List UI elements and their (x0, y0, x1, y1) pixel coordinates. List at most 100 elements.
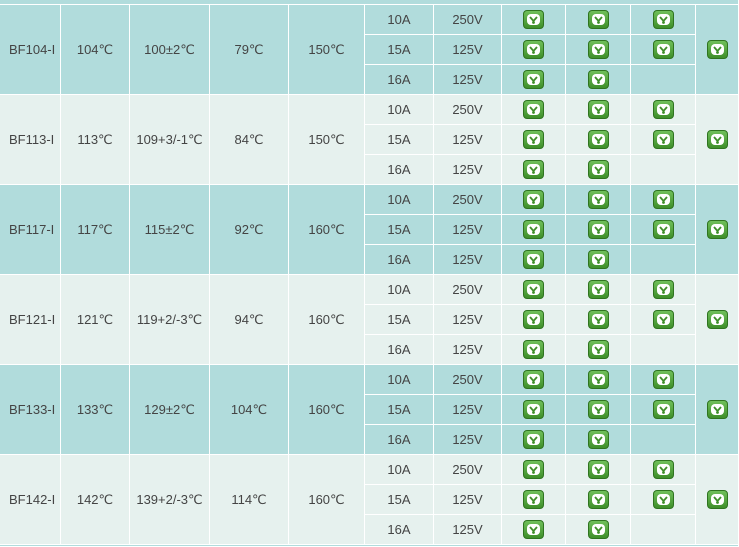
certification-mark-icon (652, 280, 674, 299)
cell-max-temp: 160℃ (289, 185, 365, 275)
cell-current: 16A (365, 155, 434, 185)
cell-current-text: 10A (387, 372, 411, 387)
cell-voltage-text: 250V (452, 12, 483, 27)
cell-cert-c1 (502, 455, 566, 485)
cell-cert-c2 (566, 335, 631, 365)
cell-cert-c2 (566, 5, 631, 35)
cell-current-text: 10A (387, 462, 411, 477)
cell-cert-c1 (502, 185, 566, 215)
certification-mark-icon (587, 10, 609, 29)
cell-cert-c1 (502, 215, 566, 245)
cell-cert-c1 (502, 485, 566, 515)
cell-model-text: BF133-I (9, 402, 56, 417)
cell-current: 15A (365, 125, 434, 155)
cell-max-temp-text: 150℃ (308, 41, 345, 57)
certification-mark-icon (587, 280, 609, 299)
cell-cert-c3 (631, 305, 696, 335)
certification-mark-icon (652, 100, 674, 119)
certification-mark-icon (523, 70, 544, 89)
cell-cert-c4 (696, 455, 739, 545)
cell-model-text: BF104-I (9, 42, 56, 57)
cell-cert-c2 (566, 215, 631, 245)
cell-cert-c2 (566, 95, 631, 125)
certification-mark-icon (706, 310, 728, 329)
certification-mark-icon (652, 220, 674, 239)
certification-mark-icon (587, 160, 609, 179)
cell-cert-c1 (502, 35, 566, 65)
cell-cert-c3 (631, 275, 696, 305)
cell-rated-temp: 133℃ (61, 365, 130, 455)
cell-model: BF117-I (0, 185, 61, 275)
cell-voltage-text: 250V (452, 282, 483, 297)
cell-rated-temp-text: 113℃ (77, 131, 113, 147)
certification-mark-icon (523, 40, 544, 59)
certification-mark-icon (652, 40, 674, 59)
cell-hold-temp-text: 114℃ (231, 491, 267, 507)
certification-mark-icon (523, 280, 544, 299)
cell-current: 16A (365, 425, 434, 455)
cell-cert-c3 (631, 5, 696, 35)
cell-voltage: 125V (434, 35, 502, 65)
cell-max-temp-text: 160℃ (308, 491, 345, 507)
cell-max-temp: 150℃ (289, 5, 365, 95)
cell-current: 15A (365, 215, 434, 245)
certification-mark-icon (587, 370, 609, 389)
certification-mark-icon (652, 400, 674, 419)
certification-mark-icon (523, 520, 544, 539)
cell-model: BF113-I (0, 95, 61, 185)
cell-cert-c2 (566, 365, 631, 395)
cell-max-temp: 150℃ (289, 95, 365, 185)
cell-current: 10A (365, 275, 434, 305)
cell-rated-temp-text: 104℃ (76, 41, 114, 57)
cell-cert-c3 (631, 335, 696, 365)
certification-mark-icon (523, 100, 544, 119)
cell-current-text: 15A (387, 222, 411, 237)
cell-function-temp-text: 100±2℃ (144, 41, 195, 57)
certification-mark-icon (523, 130, 544, 149)
cell-voltage: 250V (434, 365, 502, 395)
cell-cert-c2 (566, 125, 631, 155)
cell-cert-c2 (566, 515, 631, 545)
certification-mark-icon (706, 220, 728, 239)
cell-current-text: 15A (387, 132, 411, 147)
certification-mark-icon (523, 160, 544, 179)
certification-mark-icon (523, 370, 544, 389)
certification-mark-icon (652, 490, 674, 509)
cell-cert-c4 (696, 365, 739, 455)
certification-mark-icon (587, 40, 609, 59)
certification-mark-icon (587, 70, 609, 89)
cell-cert-c2 (566, 425, 631, 455)
cell-hold-temp: 79℃ (210, 5, 289, 95)
cell-model-text: BF121-I (9, 312, 56, 327)
cell-cert-c1 (502, 275, 566, 305)
cell-rated-temp: 121℃ (61, 275, 130, 365)
cell-cert-c1 (502, 65, 566, 95)
cell-cert-c1 (502, 155, 566, 185)
cell-rated-temp: 142℃ (61, 455, 130, 545)
cell-function-temp-text: 115±2℃ (144, 221, 195, 237)
cell-function-temp: 109+3/-1℃ (130, 95, 210, 185)
cell-voltage: 125V (434, 155, 502, 185)
cell-model: BF133-I (0, 365, 61, 455)
cell-voltage-text: 250V (452, 192, 483, 207)
cell-model: BF121-I (0, 275, 61, 365)
cell-cert-c1 (502, 335, 566, 365)
certification-mark-icon (523, 490, 544, 509)
cell-voltage-text: 125V (452, 522, 483, 537)
cell-cert-c3 (631, 365, 696, 395)
cell-max-temp-text: 160℃ (308, 401, 345, 417)
cell-voltage: 125V (434, 425, 502, 455)
cell-voltage: 125V (434, 215, 502, 245)
cell-current-text: 15A (387, 312, 411, 327)
cell-cert-c3 (631, 395, 696, 425)
cell-voltage-text: 125V (452, 342, 483, 357)
cell-current: 10A (365, 365, 434, 395)
cell-cert-c3 (631, 155, 696, 185)
cell-cert-c1 (502, 95, 566, 125)
cell-function-temp: 115±2℃ (130, 185, 210, 275)
cell-function-temp: 119+2/-3℃ (130, 275, 210, 365)
cell-cert-c1 (502, 395, 566, 425)
certification-mark-icon (523, 220, 544, 239)
cell-cert-c1 (502, 425, 566, 455)
cell-hold-temp: 114℃ (210, 455, 289, 545)
